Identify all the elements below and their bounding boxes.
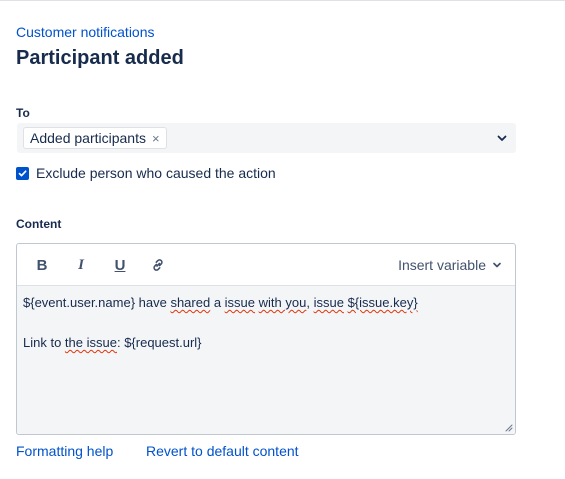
content-textarea[interactable]: ${event.user.name} have shared a issue w… — [17, 286, 515, 434]
chevron-down-icon[interactable] — [496, 132, 508, 144]
resize-handle-icon[interactable] — [504, 423, 513, 432]
exclude-actor-option: Exclude person who caused the action — [16, 164, 276, 182]
content-line-3: Link to the issue: ${request.url} — [23, 335, 202, 350]
underline-button[interactable]: U — [109, 254, 131, 276]
breadcrumb-customer-notifications[interactable]: Customer notifications — [16, 24, 155, 40]
revert-default-content-link[interactable]: Revert to default content — [146, 443, 299, 459]
to-label: To — [16, 106, 30, 120]
editor-toolbar: B I U Insert variable — [17, 244, 515, 286]
link-icon — [153, 259, 163, 271]
to-recipients-select[interactable]: Added participants × — [17, 123, 516, 153]
recipient-tag: Added participants × — [23, 127, 167, 149]
content-label: Content — [16, 217, 62, 231]
formatting-help-link[interactable]: Formatting help — [16, 443, 113, 459]
content-line-1: ${event.user.name} have shared a issue w… — [23, 295, 418, 310]
bold-button[interactable]: B — [31, 254, 53, 276]
page-title: Participant added — [16, 47, 184, 69]
exclude-actor-label[interactable]: Exclude person who caused the action — [36, 165, 276, 181]
remove-tag-icon[interactable]: × — [152, 132, 160, 145]
content-editor: B I U Insert variable ${event.user.name}… — [16, 243, 516, 435]
top-divider — [0, 0, 565, 1]
checkmark-icon — [18, 169, 27, 176]
content-line-2 — [23, 313, 509, 333]
chevron-down-icon — [493, 262, 501, 268]
insert-variable-label: Insert variable — [398, 257, 486, 273]
exclude-actor-checkbox[interactable] — [16, 166, 29, 180]
insert-variable-dropdown[interactable]: Insert variable — [398, 257, 502, 273]
italic-button[interactable]: I — [70, 254, 92, 276]
link-button[interactable] — [147, 254, 169, 276]
recipient-tag-label: Added participants — [30, 130, 146, 146]
